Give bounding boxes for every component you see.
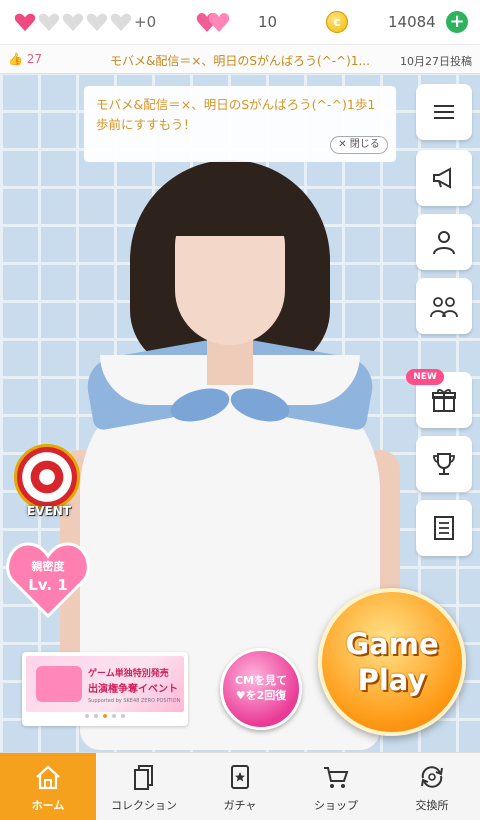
- banner-pagination: [22, 714, 188, 718]
- close-label: 閉じる: [349, 139, 380, 150]
- pagination-dot-active[interactable]: [103, 714, 107, 718]
- heart-icon: [86, 12, 108, 32]
- gift-icon: [432, 389, 456, 412]
- nav-gacha-label: ガチャ: [223, 799, 257, 812]
- list-icon: [434, 516, 454, 540]
- profile-button[interactable]: [416, 214, 472, 270]
- friends-button[interactable]: [416, 278, 472, 334]
- watch-cm-button[interactable]: CMを見て ♥を2回復: [220, 648, 302, 730]
- heart-icon: [38, 12, 60, 32]
- target-icon: [14, 444, 80, 510]
- banner-line3: Supported by SKE48 ZERO POSITION: [88, 698, 181, 704]
- home-icon: [36, 765, 60, 790]
- nav-home-label: ホーム: [31, 799, 65, 812]
- affinity-title: 親密度: [31, 560, 65, 573]
- megaphone-icon: [433, 167, 451, 189]
- bubble-message: モバメ&配信＝×、明日のSがんばろう(^-^)1歩1歩前にすすもう！: [96, 97, 376, 132]
- cm-label: CMを見て ♥を2回復: [223, 673, 299, 703]
- nav-collection[interactable]: コレクション: [96, 753, 192, 820]
- ticker-date: 10月27日投稿: [400, 55, 472, 68]
- affinity-level: Lv. 1: [28, 576, 68, 594]
- menu-button[interactable]: [416, 84, 472, 140]
- ranking-button[interactable]: [416, 436, 472, 492]
- exchange-icon: [421, 766, 443, 788]
- game-play-label: Game Play: [322, 626, 462, 698]
- close-bubble-button[interactable]: ✕ 閉じる: [330, 136, 388, 154]
- heart-icon: [62, 12, 84, 32]
- ticker-message: モバメ&配信＝×、明日のSがんばろう(^-^)1...: [110, 54, 370, 68]
- banner-image: ゲーム単独特別発売 出演権争奪イベント Supported by SKE48 Z…: [26, 656, 184, 712]
- like-count-value: 27: [26, 52, 43, 66]
- banner-logo: [36, 666, 82, 702]
- gacha-icon: [231, 765, 249, 789]
- thumbs-up-icon: 👍: [8, 52, 23, 66]
- like-count: 👍 27: [8, 52, 42, 66]
- stamina-hearts: [14, 12, 132, 32]
- bangs: [160, 178, 300, 236]
- nav-shop-label: ショップ: [314, 799, 358, 812]
- nav-shop[interactable]: ショップ: [288, 753, 384, 820]
- hearts-bonus: +0: [134, 13, 157, 31]
- collection-icon: [134, 765, 153, 790]
- pagination-dot[interactable]: [121, 714, 125, 718]
- notes-button[interactable]: [416, 500, 472, 556]
- event-button[interactable]: EVENT: [12, 440, 86, 524]
- nav-exchange-label: 交換所: [415, 799, 449, 812]
- cm-line2: ♥を2回復: [235, 689, 287, 702]
- cm-line1: CMを見て: [234, 674, 288, 687]
- banner-line1: ゲーム単独特別発売: [88, 669, 169, 679]
- event-banner[interactable]: ゲーム単独特別発売 出演権争奪イベント Supported by SKE48 Z…: [22, 652, 188, 726]
- person-icon: [433, 231, 455, 255]
- cart-icon: [324, 767, 349, 788]
- pagination-dot[interactable]: [85, 714, 89, 718]
- heart-icon: [110, 12, 132, 32]
- nav-gacha[interactable]: ガチャ: [192, 753, 288, 820]
- game-play-button[interactable]: Game Play: [318, 588, 466, 736]
- hamburger-icon: [434, 105, 454, 119]
- coin-icon: c: [326, 11, 348, 33]
- heart-icon: [14, 12, 36, 32]
- game-play-line1: Game: [345, 627, 439, 661]
- new-badge: NEW: [406, 369, 444, 385]
- bottom-nav: ホーム コレクション ガチャ ショップ 交換所: [0, 752, 480, 820]
- nav-home[interactable]: ホーム: [0, 753, 96, 820]
- add-coin-button[interactable]: +: [446, 11, 468, 33]
- game-play-line2: Play: [357, 663, 427, 697]
- announcements-button[interactable]: [416, 150, 472, 206]
- event-label: EVENT: [27, 504, 71, 518]
- nav-collection-label: コレクション: [111, 799, 177, 812]
- gem-count: 10: [258, 13, 278, 31]
- pagination-dot[interactable]: [94, 714, 98, 718]
- status-bar: +0 10 c 14084 +: [0, 0, 480, 44]
- coin-count: 14084: [388, 13, 436, 31]
- message-bubble: モバメ&配信＝×、明日のSがんばろう(^-^)1歩1歩前にすすもう！ ✕ 閉じる: [84, 86, 396, 162]
- nav-exchange[interactable]: 交換所: [384, 753, 480, 820]
- trophy-icon: [433, 453, 455, 475]
- close-icon: ✕: [338, 139, 347, 150]
- banner-line2: 出演権争奪イベント: [88, 684, 178, 695]
- gem-hearts-icon: [196, 10, 230, 34]
- pagination-dot[interactable]: [112, 714, 116, 718]
- people-icon: [430, 297, 458, 318]
- news-ticker[interactable]: 👍 27 モバメ&配信＝×、明日のSがんばろう(^-^)1... 10月27日投…: [0, 44, 480, 74]
- affinity-badge[interactable]: 親密度 Lv. 1: [6, 540, 90, 618]
